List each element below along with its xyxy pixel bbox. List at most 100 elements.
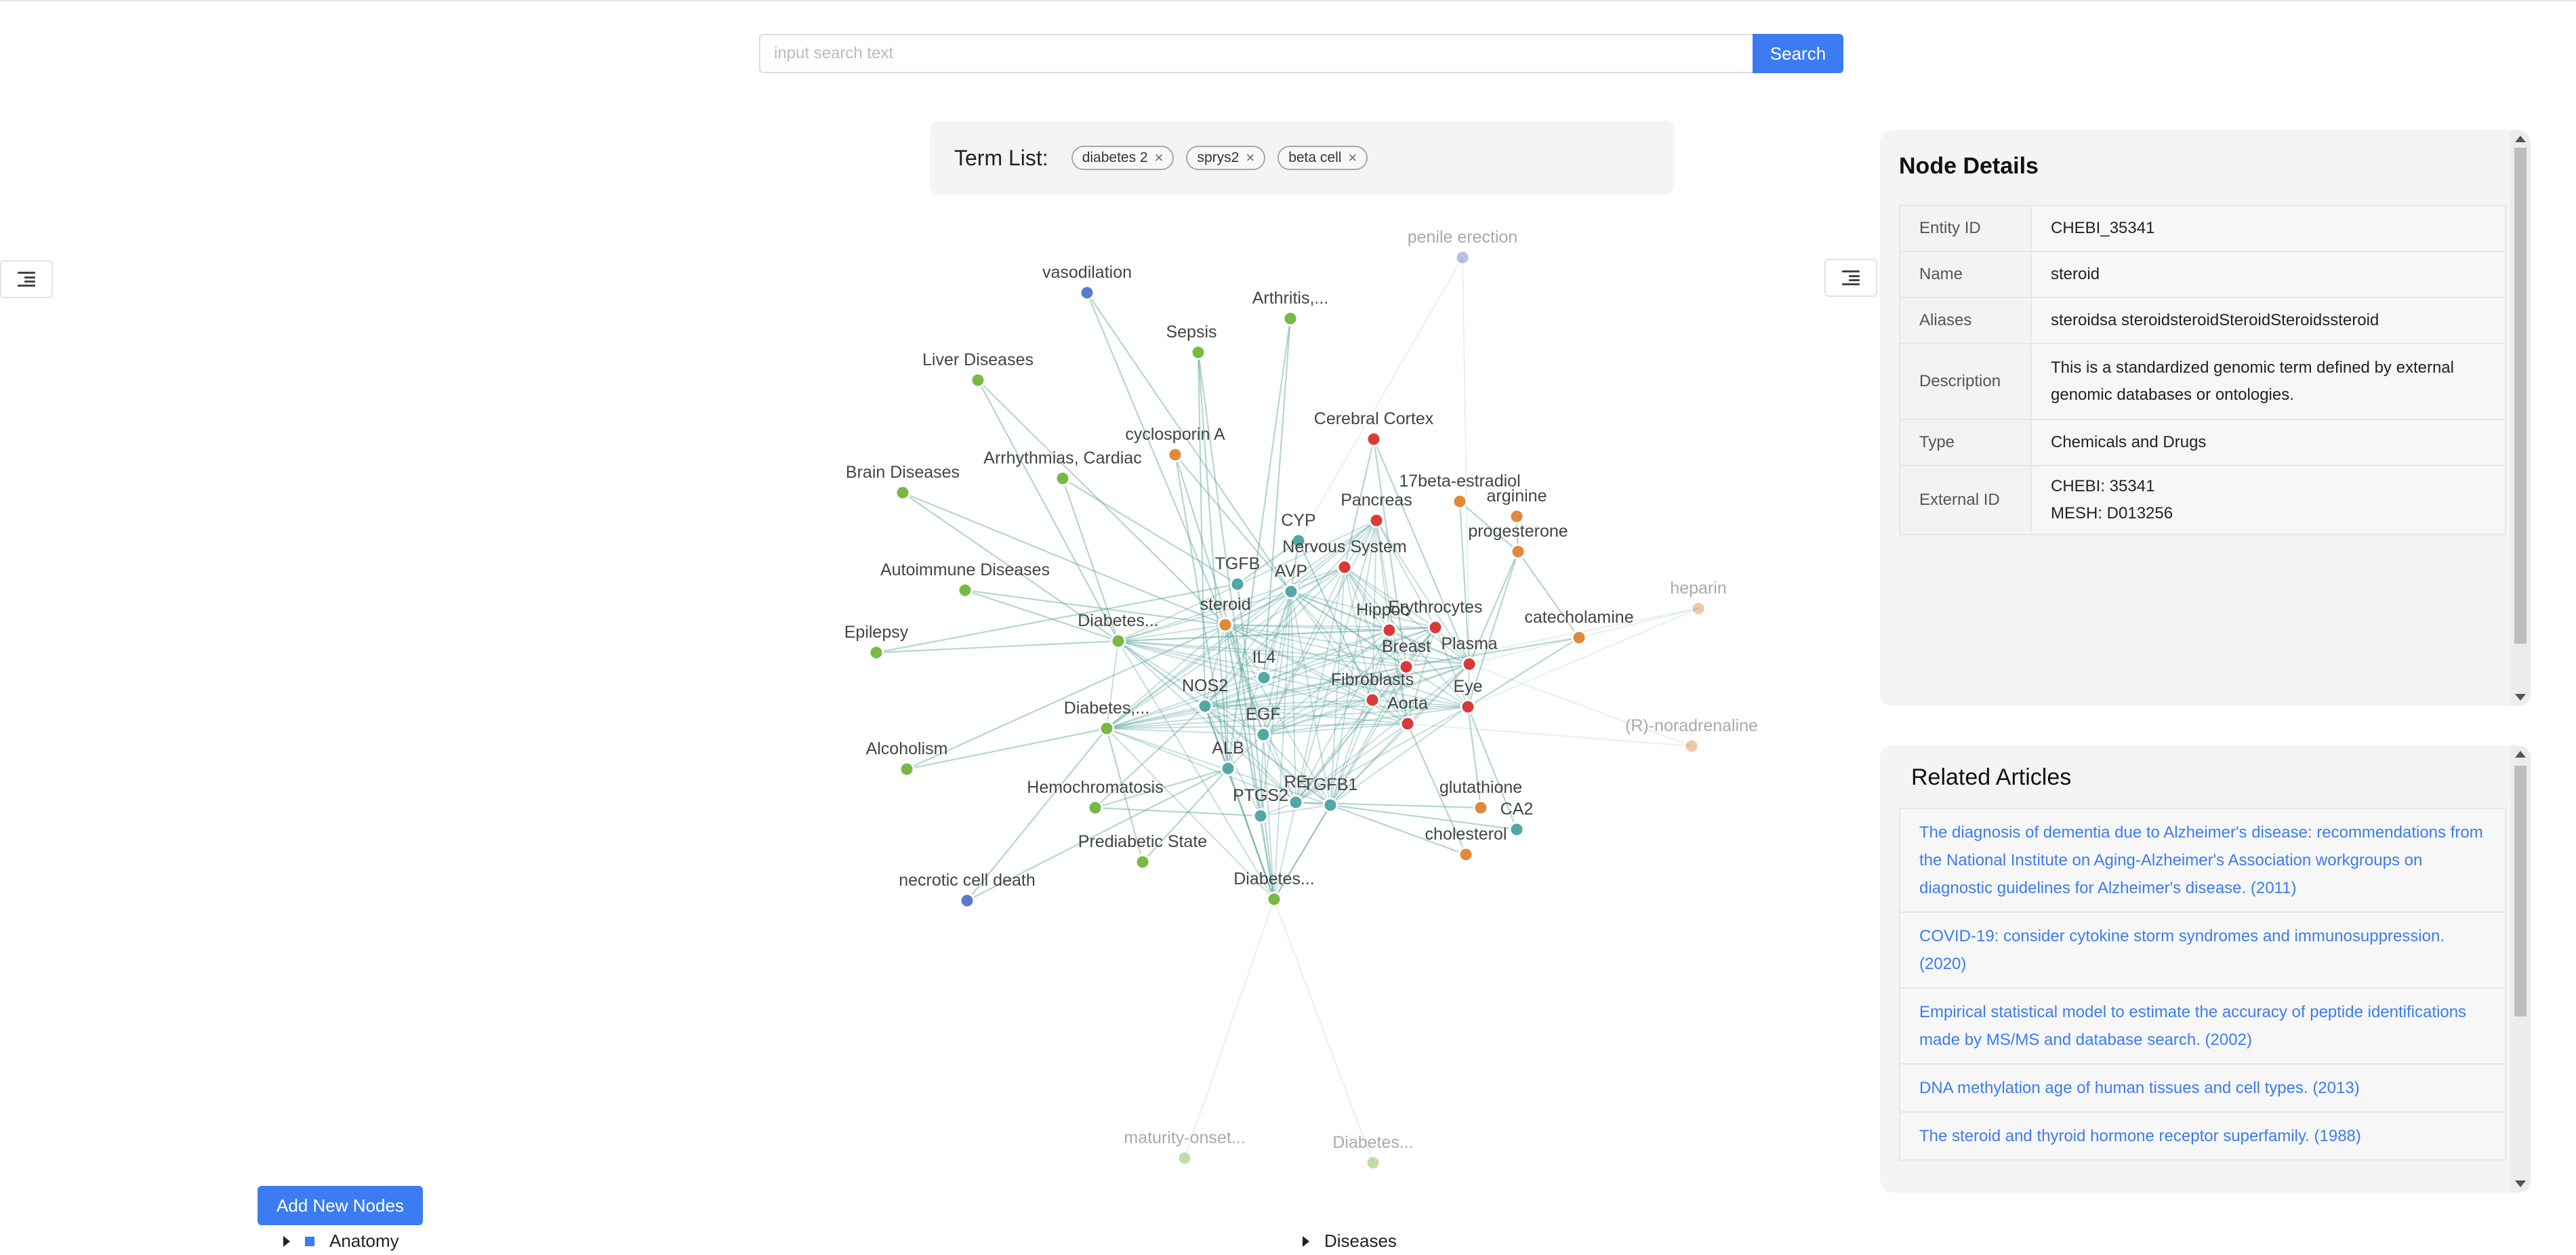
- term-tag[interactable]: diabetes 2 ×: [1071, 146, 1174, 170]
- graph-node[interactable]: Diabetes...: [1233, 869, 1315, 907]
- graph-node[interactable]: Pancreas: [1341, 491, 1412, 529]
- graph-node[interactable]: vasodilation: [1042, 263, 1132, 301]
- graph-node[interactable]: ALB: [1212, 739, 1244, 777]
- graph-node-dot[interactable]: [1229, 576, 1246, 592]
- article-link[interactable]: Empirical statistical model to estimate …: [1899, 989, 2506, 1065]
- graph-node-dot[interactable]: [959, 892, 975, 909]
- graph-node-dot[interactable]: [1509, 821, 1525, 838]
- graph-node-dot[interactable]: [1427, 619, 1444, 636]
- graph-node[interactable]: Brain Diseases: [846, 463, 960, 501]
- article-link[interactable]: The steroid and thyroid hormone receptor…: [1899, 1113, 2506, 1161]
- graph-node-dot[interactable]: [1458, 846, 1474, 863]
- graph-node[interactable]: arginine: [1487, 487, 1547, 524]
- graph-node-dot[interactable]: [1197, 698, 1213, 714]
- graph-node[interactable]: NOS2: [1182, 676, 1228, 714]
- graph-node-dot[interactable]: [1283, 583, 1299, 600]
- graph-node-dot[interactable]: [868, 644, 884, 661]
- graph-node-dot[interactable]: [1167, 447, 1183, 463]
- graph-node-dot[interactable]: [1079, 285, 1095, 301]
- graph-node[interactable]: Erythrocytes: [1389, 598, 1483, 636]
- graph-node-dot[interactable]: [1256, 670, 1272, 686]
- graph-node[interactable]: progesterone: [1468, 522, 1568, 560]
- graph-node[interactable]: EGF: [1246, 705, 1281, 743]
- right-sidebar-toggle-button[interactable]: [1824, 259, 1877, 297]
- legend-item-diseases[interactable]: Diseases: [1303, 1231, 1397, 1252]
- graph-node[interactable]: cholesterol: [1425, 825, 1507, 863]
- graph-node-dot[interactable]: [957, 582, 973, 598]
- graph-node[interactable]: Eye: [1453, 677, 1483, 715]
- legend-item-anatomy[interactable]: Anatomy: [283, 1231, 399, 1252]
- graph-node-dot[interactable]: [1690, 600, 1706, 617]
- graph-node-dot[interactable]: [1460, 699, 1476, 715]
- graph-node[interactable]: Plasma: [1441, 634, 1498, 672]
- graph-node[interactable]: Liver Diseases: [922, 350, 1034, 388]
- graph-node-dot[interactable]: [1510, 543, 1526, 560]
- graph-node[interactable]: Breast: [1382, 637, 1431, 675]
- graph-node[interactable]: Aorta: [1387, 694, 1428, 732]
- graph-node-dot[interactable]: [1177, 1150, 1193, 1166]
- left-sidebar-toggle-button[interactable]: [0, 260, 53, 298]
- graph-node[interactable]: necrotic cell death: [899, 871, 1036, 909]
- graph-node[interactable]: Sepsis: [1166, 323, 1217, 361]
- scroll-down-icon[interactable]: [2515, 694, 2526, 701]
- scroll-down-icon[interactable]: [2515, 1180, 2526, 1187]
- graph-node-dot[interactable]: [1381, 622, 1397, 638]
- graph-node-dot[interactable]: [1509, 508, 1525, 524]
- scroll-thumb[interactable]: [2514, 148, 2527, 644]
- graph-node-dot[interactable]: [1365, 1155, 1381, 1171]
- graph-node-dot[interactable]: [1366, 431, 1382, 447]
- scroll-up-icon[interactable]: [2515, 136, 2526, 142]
- close-icon[interactable]: ×: [1246, 149, 1254, 167]
- add-new-nodes-button[interactable]: Add New Nodes: [258, 1186, 423, 1225]
- graph-node[interactable]: AVP: [1275, 562, 1307, 600]
- search-input[interactable]: [759, 34, 1753, 73]
- graph-node-dot[interactable]: [1336, 559, 1353, 575]
- graph-node-dot[interactable]: [1255, 726, 1271, 743]
- graph-node-dot[interactable]: [895, 485, 911, 501]
- graph-node-dot[interactable]: [1282, 310, 1299, 327]
- graph-node-dot[interactable]: [1288, 794, 1304, 810]
- graph-node[interactable]: Prediabetic State: [1078, 832, 1207, 870]
- graph-node-dot[interactable]: [1322, 797, 1338, 813]
- graph-node[interactable]: penile erection: [1408, 228, 1518, 266]
- graph-node-dot[interactable]: [899, 761, 915, 777]
- graph-node[interactable]: IL4: [1252, 648, 1276, 686]
- graph-node-dot[interactable]: [1399, 716, 1416, 732]
- scroll-up-icon[interactable]: [2515, 751, 2526, 758]
- graph-node-dot[interactable]: [1190, 344, 1206, 361]
- search-button[interactable]: Search: [1753, 34, 1843, 73]
- graph-node-dot[interactable]: [970, 372, 986, 388]
- graph-node[interactable]: maturity-onset...: [1124, 1128, 1246, 1166]
- graph-node[interactable]: TGFB: [1215, 554, 1261, 592]
- graph-node-dot[interactable]: [1099, 720, 1115, 737]
- close-icon[interactable]: ×: [1155, 149, 1164, 167]
- graph-node-dot[interactable]: [1110, 633, 1126, 649]
- article-link[interactable]: COVID-19: consider cytokine storm syndro…: [1899, 913, 2506, 989]
- graph-node[interactable]: TGFB1: [1303, 775, 1358, 813]
- graph-node-dot[interactable]: [1252, 808, 1269, 824]
- graph-node[interactable]: PTGS2: [1233, 786, 1288, 824]
- graph-node[interactable]: steroid: [1200, 595, 1251, 633]
- graph-node-dot[interactable]: [1266, 891, 1282, 907]
- articles-scrollbar[interactable]: [2510, 745, 2531, 1193]
- graph-node[interactable]: Arrhythmias, Cardiac: [983, 449, 1142, 487]
- graph-node-dot[interactable]: [1134, 854, 1151, 870]
- term-tag[interactable]: beta cell ×: [1277, 146, 1368, 170]
- article-link[interactable]: The diagnosis of dementia due to Alzheim…: [1899, 808, 2506, 913]
- graph-node-dot[interactable]: [1364, 692, 1381, 708]
- caret-right-icon[interactable]: [1303, 1235, 1309, 1247]
- graph-node[interactable]: Hemochromatosis: [1027, 778, 1164, 816]
- graph-node-dot[interactable]: [1217, 617, 1233, 633]
- graph-node-dot[interactable]: [1461, 656, 1477, 672]
- graph-node[interactable]: Arthritis,...: [1252, 289, 1329, 327]
- graph-node-dot[interactable]: [1087, 800, 1103, 816]
- graph-node[interactable]: Autoimmune Diseases: [880, 560, 1050, 598]
- graph-node-dot[interactable]: [1683, 738, 1700, 754]
- graph-node-dot[interactable]: [1055, 470, 1071, 487]
- graph-node-dot[interactable]: [1473, 800, 1489, 816]
- graph-node-dot[interactable]: [1454, 249, 1471, 266]
- close-icon[interactable]: ×: [1348, 149, 1357, 167]
- graph-node-dot[interactable]: [1368, 512, 1385, 529]
- graph-node[interactable]: Diabetes,...: [1064, 699, 1149, 737]
- graph-node[interactable]: Diabetes...: [1078, 611, 1159, 649]
